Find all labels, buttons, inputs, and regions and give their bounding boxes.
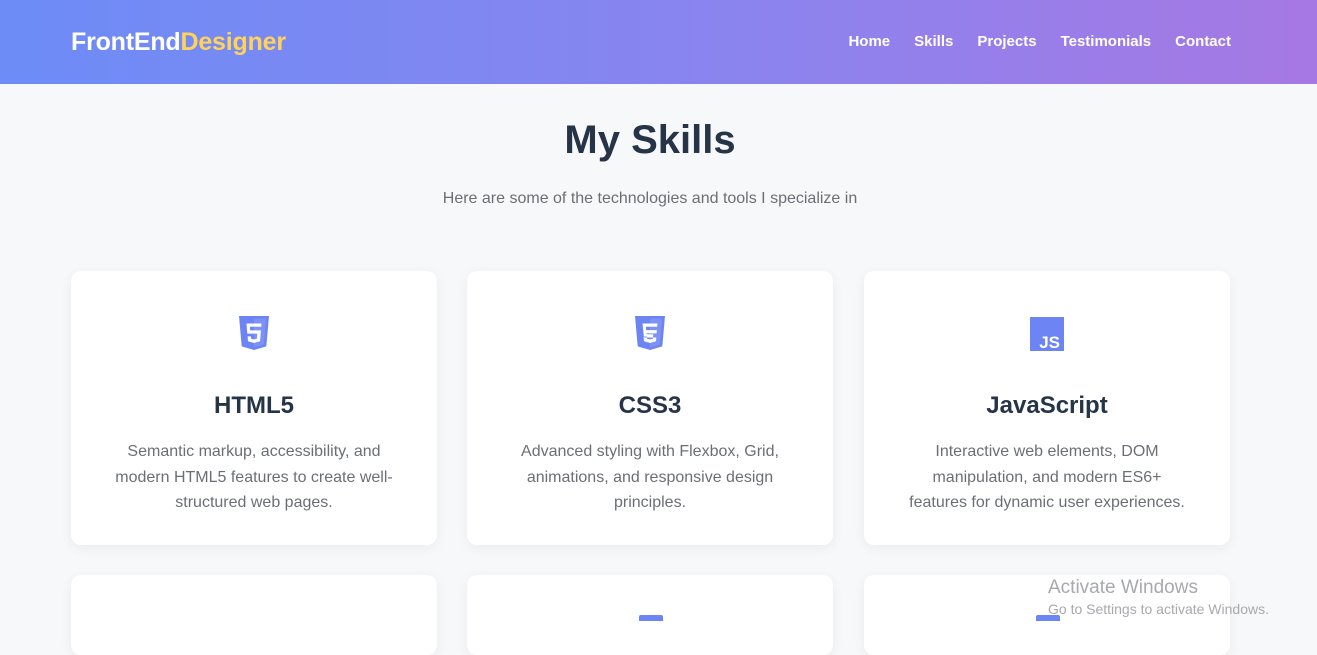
skill-icon	[639, 615, 663, 621]
skill-card-html5: HTML5 Semantic markup, accessibility, an…	[71, 271, 437, 545]
card-description: Semantic markup, accessibility, and mode…	[115, 443, 393, 511]
nav-link-home[interactable]: Home	[848, 30, 890, 54]
logo-main: FrontEnd	[71, 28, 181, 56]
javascript-icon: JS	[1029, 316, 1065, 352]
card-description: Advanced styling with Flexbox, Grid, ani…	[521, 443, 779, 511]
skill-card	[71, 575, 437, 655]
nav-link-testimonials[interactable]: Testimonials	[1061, 30, 1152, 54]
svg-text:JS: JS	[1039, 333, 1060, 352]
html5-icon	[236, 316, 272, 352]
site-logo[interactable]: FrontEndDesigner	[71, 27, 286, 57]
nav-link-skills[interactable]: Skills	[914, 30, 953, 54]
skill-card	[467, 575, 833, 655]
card-title: CSS3	[618, 392, 682, 419]
skill-card-javascript: JS JavaScript Interactive web elements, …	[864, 271, 1230, 545]
section-subtitle: Here are some of the technologies and to…	[442, 190, 858, 207]
watermark-subtitle: Go to Settings to activate Windows.	[1048, 601, 1269, 617]
nav-link-contact[interactable]: Contact	[1175, 30, 1231, 54]
activate-windows-watermark: Activate Windows Go to Settings to activ…	[1048, 576, 1269, 618]
logo-accent: Designer	[180, 28, 286, 56]
card-title: HTML5	[214, 392, 294, 419]
nav-links: Home Skills Projects Testimonials Contac…	[848, 30, 1231, 54]
skill-card-css3: CSS3 Advanced styling with Flexbox, Grid…	[467, 271, 833, 545]
card-title: JavaScript	[986, 392, 1108, 419]
css3-icon	[632, 316, 668, 352]
navbar: FrontEndDesigner Home Skills Projects Te…	[0, 0, 1317, 84]
card-description: Interactive web elements, DOM manipulati…	[909, 443, 1185, 511]
nav-link-projects[interactable]: Projects	[977, 30, 1036, 54]
watermark-title: Activate Windows	[1048, 577, 1198, 598]
section-title: My Skills	[564, 118, 736, 162]
